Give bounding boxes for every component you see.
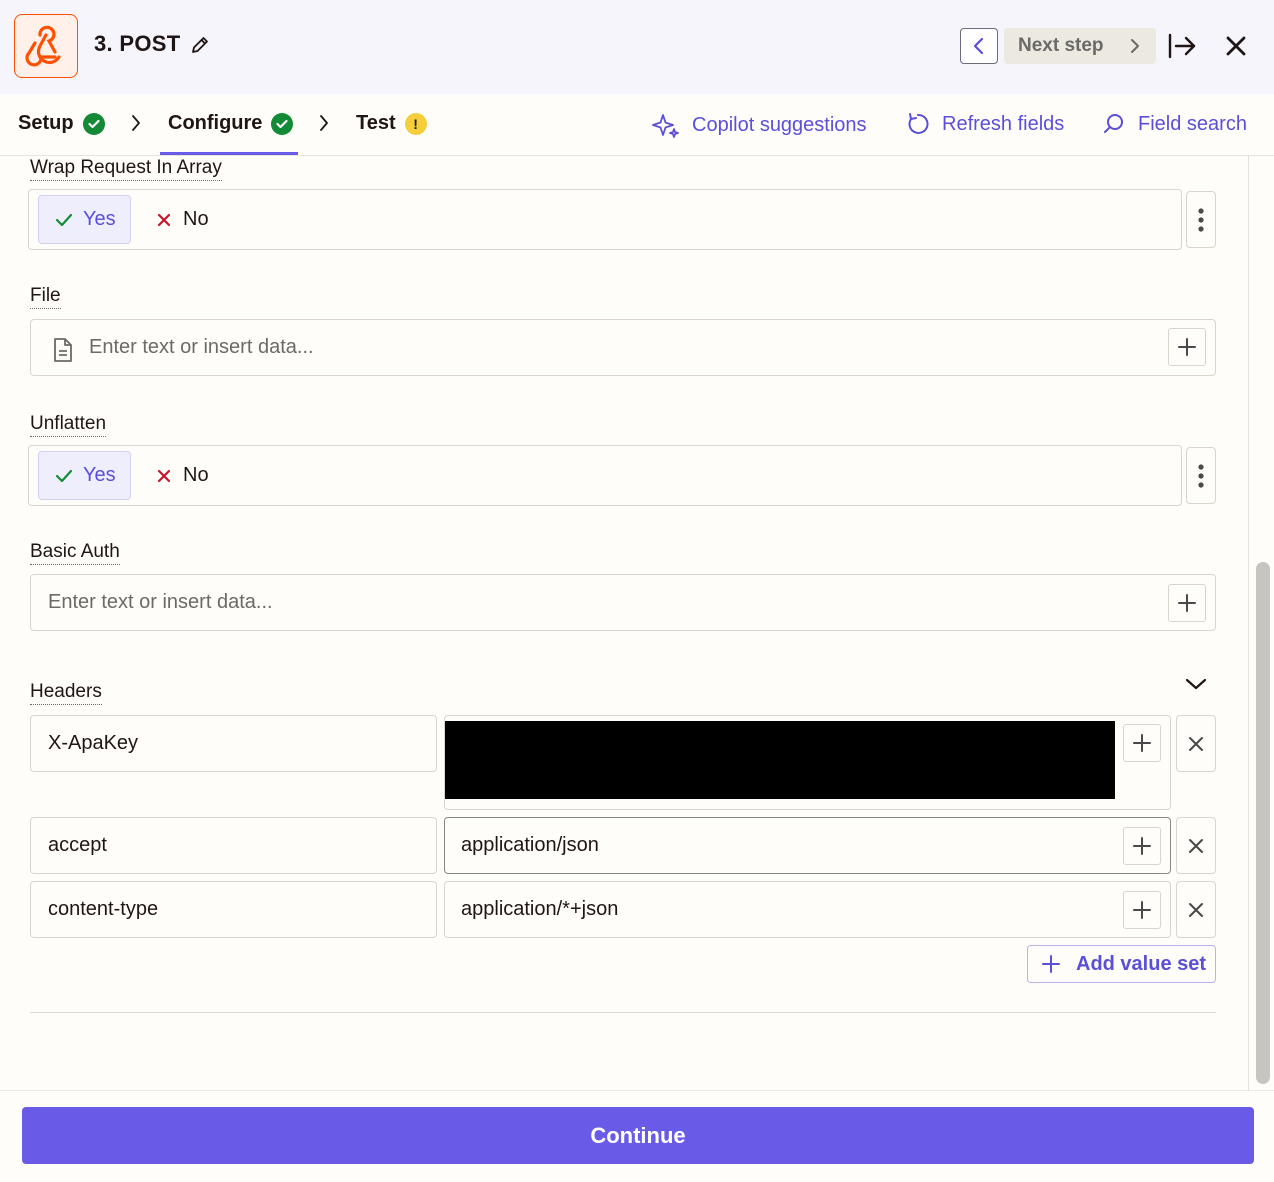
yes-label: Yes	[83, 208, 116, 230]
basic-auth-label: Basic Auth	[30, 541, 120, 565]
refresh-icon	[908, 113, 929, 134]
x-icon	[157, 469, 171, 482]
wrap-request-no-option[interactable]: No	[157, 195, 209, 244]
unflatten-options-button[interactable]	[1186, 447, 1216, 504]
more-vertical-icon	[1198, 207, 1204, 232]
copilot-suggestions-label: Copilot suggestions	[692, 113, 867, 136]
wrap-request-toggle: Yes No	[28, 189, 1182, 250]
refresh-fields-label: Refresh fields	[942, 112, 1065, 135]
pencil-icon[interactable]	[190, 35, 210, 55]
chevron-right-icon	[1131, 39, 1139, 53]
plus-icon	[1178, 594, 1196, 612]
step-header: 3. POST Next step	[0, 0, 1274, 94]
header-key-input[interactable]: content-type	[30, 881, 437, 938]
plus-icon	[1133, 734, 1151, 752]
plus-icon	[1133, 901, 1151, 919]
warning-icon: !	[404, 112, 427, 135]
remove-header-button[interactable]	[1176, 817, 1216, 874]
tab-configure[interactable]: Configure	[168, 112, 294, 135]
next-step-label: Next step	[1018, 35, 1104, 56]
unflatten-toggle: Yes No	[28, 445, 1182, 506]
unflatten-yes-option[interactable]: Yes	[38, 451, 131, 500]
header-insert-data-button[interactable]	[1123, 827, 1161, 865]
add-value-set-label: Add value set	[1076, 952, 1207, 975]
x-icon	[157, 213, 171, 226]
close-icon[interactable]	[1224, 34, 1248, 58]
wrap-request-label: Wrap Request In Array	[30, 157, 222, 181]
file-input[interactable]: Enter text or insert data...	[30, 319, 1216, 376]
header-key-input[interactable]: X-ApaKey	[30, 715, 437, 772]
chevron-right-icon	[130, 114, 142, 132]
unflatten-no-option[interactable]: No	[157, 451, 209, 500]
checkmark-icon	[55, 469, 73, 482]
chevron-left-icon	[973, 37, 984, 55]
step-tabs: Setup Configure Test ! Copilot suggestio…	[0, 94, 1274, 156]
wrap-request-yes-option[interactable]: Yes	[38, 195, 131, 244]
no-label: No	[183, 464, 209, 486]
basic-auth-input[interactable]: Enter text or insert data...	[30, 574, 1216, 631]
check-circle-icon	[271, 112, 294, 135]
chevron-down-icon[interactable]	[1184, 676, 1208, 692]
continue-button[interactable]: Continue	[22, 1107, 1254, 1164]
basic-auth-insert-data-button[interactable]	[1168, 584, 1206, 622]
expand-panel-icon[interactable]	[1166, 32, 1198, 60]
step-title: 3. POST	[94, 31, 181, 56]
close-icon	[1189, 736, 1203, 751]
previous-step-button[interactable]	[960, 28, 998, 64]
copilot-suggestions-link[interactable]: Copilot suggestions	[652, 112, 867, 138]
plus-icon	[1178, 338, 1196, 356]
tab-label: Setup	[18, 112, 74, 134]
remove-header-button[interactable]	[1176, 715, 1216, 772]
file-placeholder: Enter text or insert data...	[89, 336, 314, 358]
checkmark-icon	[55, 213, 73, 226]
scroll-track	[1248, 156, 1249, 1092]
field-search-label: Field search	[1138, 112, 1247, 135]
basic-auth-placeholder: Enter text or insert data...	[48, 591, 273, 613]
close-icon	[1189, 838, 1203, 853]
add-value-set-button[interactable]: Add value set	[1027, 945, 1216, 983]
webhook-icon	[14, 14, 78, 78]
check-circle-icon	[82, 112, 105, 135]
header-value-text: application/json	[461, 834, 599, 856]
file-icon	[54, 338, 72, 362]
remove-header-button[interactable]	[1176, 881, 1216, 938]
field-search-link[interactable]: Field search	[1102, 112, 1247, 136]
close-icon	[1189, 902, 1203, 917]
file-insert-data-button[interactable]	[1168, 328, 1206, 366]
header-value-input[interactable]: application/json	[444, 817, 1171, 874]
no-label: No	[183, 208, 209, 230]
tab-label: Configure	[168, 112, 263, 134]
chevron-right-icon	[318, 114, 330, 132]
unflatten-label: Unflatten	[30, 413, 107, 437]
more-vertical-icon	[1198, 463, 1204, 488]
header-key-input[interactable]: accept	[30, 817, 437, 874]
next-step-button[interactable]: Next step	[1004, 28, 1156, 64]
tab-test[interactable]: Test !	[356, 112, 427, 135]
yes-label: Yes	[83, 464, 116, 486]
redacted-value	[445, 721, 1115, 799]
header-insert-data-button[interactable]	[1123, 891, 1161, 929]
tab-label: Test	[356, 112, 396, 134]
plus-icon	[1133, 837, 1151, 855]
search-icon	[1104, 114, 1123, 133]
tab-setup[interactable]: Setup	[18, 112, 105, 135]
wrap-request-options-button[interactable]	[1186, 191, 1216, 248]
plus-icon	[1042, 955, 1060, 973]
active-tab-indicator	[160, 152, 298, 155]
header-value-text: application/*+json	[461, 898, 619, 920]
headers-label: Headers	[30, 681, 102, 705]
file-label: File	[30, 285, 61, 309]
section-divider	[30, 1012, 1216, 1013]
header-value-input[interactable]: application/*+json	[444, 881, 1171, 938]
scrollbar-thumb[interactable]	[1256, 562, 1270, 1084]
sparkle-icon	[652, 114, 679, 138]
header-insert-data-button[interactable]	[1123, 724, 1161, 762]
refresh-fields-link[interactable]: Refresh fields	[906, 112, 1064, 136]
